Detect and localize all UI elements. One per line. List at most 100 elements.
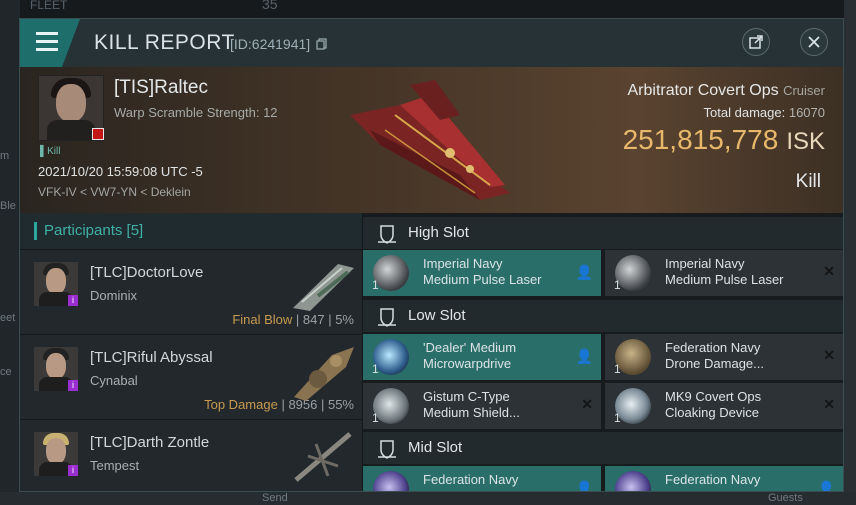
fleet-count: 35 (262, 0, 278, 12)
module-qty: 1 (614, 411, 621, 425)
victim-ship-image[interactable] (340, 75, 520, 205)
x-icon: ✕ (823, 396, 835, 412)
module-name: Federation Navy Drone Damage... (665, 340, 764, 371)
module-name: 'Dealer' Medium Microwarpdrive (423, 340, 517, 371)
module-item[interactable]: 1 Gistum C-Type Medium Shield... ✕ (363, 383, 601, 429)
person-icon: 👤 (817, 480, 835, 492)
send-label: Send (262, 492, 288, 504)
module-item[interactable]: 1 Federation Navy 👤 (363, 466, 601, 492)
participants-count: [5] (126, 222, 144, 239)
menu-button[interactable] (20, 19, 80, 67)
x-icon: ✕ (823, 347, 835, 363)
participants-header[interactable]: Participants [5] (20, 213, 362, 249)
kill-datetime: 2021/10/20 15:59:08 UTC -5 (38, 164, 203, 179)
participant-row[interactable]: i [TLC]Riful Abyssal Cynabal Top Damage … (20, 334, 362, 419)
low-slot-header[interactable]: Low Slot (363, 300, 843, 332)
left-edge-label: ce (0, 366, 12, 378)
close-button[interactable] (800, 28, 828, 56)
low-slot-label: Low Slot (408, 307, 466, 324)
tempest-ship-image (294, 432, 352, 482)
module-item[interactable]: 1 Federation Navy Drone Damage... ✕ (605, 334, 843, 380)
victim-portrait[interactable] (38, 75, 104, 141)
kill-location[interactable]: VFK-IV < VW7-YN < Deklein (38, 185, 191, 199)
module-item[interactable]: 1 Imperial Navy Medium Pulse Laser 👤 (363, 250, 601, 296)
left-edge-label: Ble (0, 200, 16, 212)
warp-scramble-strength: Warp Scramble Strength: 12 (114, 105, 278, 120)
report-id-text: [ID:6241941] (230, 36, 311, 52)
participant-ship: Tempest (90, 458, 140, 473)
module-qty: 1 (372, 278, 379, 292)
left-edge-label: m (0, 150, 10, 162)
module-item[interactable]: 1 MK9 Covert Ops Cloaking Device ✕ (605, 383, 843, 429)
module-item[interactable]: 1 Imperial Navy Medium Pulse Laser ✕ (605, 250, 843, 296)
left-edge-label: eet (0, 312, 16, 324)
participant-name: [TLC]Darth Zontle (90, 434, 210, 451)
participant-ship: Dominix (90, 288, 137, 303)
module-name: Imperial Navy Medium Pulse Laser (665, 256, 784, 287)
fitting-panel: High Slot 1 Imperial Navy Medium Pulse La… (363, 213, 843, 492)
background-left-panel: m Ble eet ce (0, 0, 20, 505)
victim-ship-name[interactable]: Arbitrator Covert Ops Cruiser (627, 82, 825, 100)
person-icon: 👤 (575, 480, 593, 492)
participants-label: Participants (44, 222, 123, 239)
x-icon: ✕ (823, 263, 835, 279)
window-title: KILL REPORT (94, 31, 235, 54)
total-damage-value: 16070 (788, 105, 825, 120)
corp-tag-icon: i (68, 465, 78, 476)
cynabal-ship-image (294, 347, 354, 401)
participants-panel: Participants [5] i [TLC]DoctorLove Domin… (20, 213, 362, 491)
participant-row[interactable]: i [TLC]Darth Zontle Tempest (20, 419, 362, 491)
isk-unit: ISK (786, 128, 825, 155)
participant-name: [TLC]Riful Abyssal (90, 349, 213, 366)
participant-ship: Cynabal (90, 373, 138, 388)
report-id: [ID:6241941] (230, 36, 328, 52)
background-right-panel (844, 0, 856, 505)
module-name: MK9 Covert Ops Cloaking Device (665, 389, 762, 420)
victim-banner: [TIS]Raltec Warp Scramble Strength: 12 ▌… (20, 67, 843, 213)
isk-value: 251,815,778 ISK (622, 124, 825, 155)
mid-slot-label: Mid Slot (408, 439, 463, 456)
module-name: Imperial Navy Medium Pulse Laser (423, 256, 542, 287)
avatar: i (34, 432, 78, 476)
guests-label: Guests (768, 492, 803, 504)
standing-badge (92, 128, 104, 140)
victim-name[interactable]: [TIS]Raltec (114, 77, 208, 99)
corp-tag-icon: i (68, 295, 78, 306)
module-name: Federation Navy (423, 472, 519, 487)
high-slot-header[interactable]: High Slot (363, 217, 843, 249)
kill-report-window: KILL REPORT [ID:6241941] [TIS]Raltec War… (19, 18, 844, 492)
victim-ship-class: Cruiser (783, 83, 825, 98)
module-name: Federation Navy (665, 472, 761, 487)
share-icon (749, 35, 763, 49)
background-topbar: FLEET 35 (0, 0, 856, 18)
dominix-ship-image (293, 264, 354, 311)
module-qty: 1 (372, 362, 379, 376)
person-icon: 👤 (575, 264, 593, 280)
participant-stats: Final Blow | 847 | 5% (232, 312, 354, 327)
participant-name: [TLC]DoctorLove (90, 264, 204, 281)
module-qty: 1 (372, 411, 379, 425)
close-icon (808, 36, 820, 48)
x-icon: ✕ (581, 396, 593, 412)
shield-icon (378, 308, 396, 327)
kill-tag: ▌Kill (40, 146, 61, 157)
module-item[interactable]: 1 Federation Navy 👤 (605, 466, 843, 492)
module-item[interactable]: 1 'Dealer' Medium Microwarpdrive 👤 (363, 334, 601, 380)
kill-result: Kill (795, 171, 821, 192)
module-icon (373, 471, 409, 491)
total-damage: Total damage: 16070 (703, 105, 825, 120)
participant-row[interactable]: i [TLC]DoctorLove Dominix Final Blow | 8… (20, 249, 362, 334)
shield-icon (378, 440, 396, 459)
module-qty: 1 (614, 278, 621, 292)
fleet-label: FLEET (30, 0, 68, 12)
module-name: Gistum C-Type Medium Shield... (423, 389, 520, 420)
avatar: i (34, 262, 78, 306)
person-icon: 👤 (575, 348, 593, 364)
shield-icon (378, 225, 396, 244)
module-qty: 1 (614, 362, 621, 376)
share-button[interactable] (742, 28, 770, 56)
background-bottombar: Send Guests (0, 492, 856, 505)
copy-icon[interactable] (316, 38, 328, 50)
module-icon (615, 471, 651, 491)
mid-slot-header[interactable]: Mid Slot (363, 432, 843, 464)
